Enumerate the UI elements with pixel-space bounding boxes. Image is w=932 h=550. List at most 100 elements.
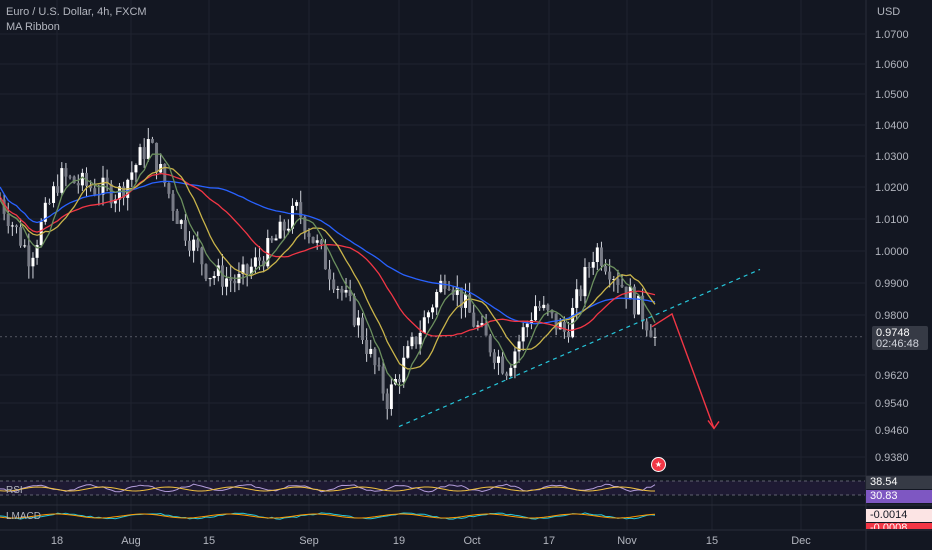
time-tick-7: Nov	[617, 535, 637, 547]
rsi-value-b: 30.83	[866, 490, 932, 503]
candle-body	[447, 288, 451, 290]
us-flag-event-icon[interactable]: ★	[651, 457, 666, 472]
candle-body	[352, 296, 356, 326]
candle-body	[385, 393, 389, 409]
candle-body	[340, 288, 344, 293]
price-tick-2: 1.0500	[875, 89, 909, 101]
candle-body	[47, 202, 51, 204]
candle-body	[575, 289, 579, 308]
candle-body	[76, 183, 80, 186]
candle-body	[356, 317, 360, 326]
candle-body	[138, 147, 142, 166]
candle-body	[192, 239, 196, 251]
candle-body	[80, 172, 84, 186]
rsi-label[interactable]: RSI	[6, 485, 23, 496]
candle-body	[649, 330, 653, 338]
candle-body	[591, 262, 595, 268]
price-chart[interactable]: 1.0700 1.0600 1.0500 1.0400 1.0300 1.0200 1.01…	[0, 0, 932, 550]
candle-body	[60, 168, 64, 193]
candle-body	[204, 264, 208, 279]
time-tick-6: 17	[543, 535, 555, 547]
candle-body	[410, 336, 414, 347]
macd-value-b: -0.0008	[866, 523, 932, 529]
candle-body	[439, 280, 443, 293]
candle-body	[93, 188, 97, 195]
candle-body	[398, 379, 402, 383]
candle-body	[525, 323, 529, 328]
candle-body	[64, 168, 68, 177]
candle-body	[365, 339, 369, 354]
candle-body	[521, 327, 525, 342]
price-tick-1: 1.0600	[875, 59, 909, 71]
candle-body	[566, 331, 570, 338]
candle-body	[542, 304, 546, 309]
price-tick-3: 1.0400	[875, 120, 909, 132]
candle-body	[604, 265, 608, 272]
time-tick-3: Sep	[299, 535, 319, 547]
candle-body	[212, 275, 216, 279]
candle-body	[422, 317, 426, 333]
candle-body	[381, 366, 385, 394]
candle-body	[286, 228, 290, 231]
candle-body	[14, 225, 18, 228]
candle-body	[245, 264, 249, 275]
macd-label[interactable]: LMACD	[6, 511, 41, 522]
time-tick-4: 19	[393, 535, 405, 547]
candle-body	[546, 304, 550, 311]
price-tick-12: 0.9460	[875, 425, 909, 437]
candle-body	[6, 213, 10, 226]
candle-body	[23, 245, 27, 247]
candle-body	[142, 147, 146, 159]
candle-body	[579, 289, 583, 297]
symbol-title[interactable]: Euro / U.S. Dollar, 4h, FXCM	[6, 6, 147, 18]
candle-body	[505, 373, 509, 376]
candle-body	[200, 247, 204, 265]
candle-body	[274, 238, 278, 241]
candle-body	[645, 321, 649, 331]
price-tick-7: 1.0000	[875, 246, 909, 258]
price-tick-13: 0.9380	[875, 452, 909, 464]
price-tick-0: 1.0700	[875, 29, 909, 41]
candle-body	[501, 356, 505, 374]
candle-body	[418, 332, 422, 345]
candle-body	[319, 240, 323, 245]
candle-body	[27, 245, 31, 267]
last-price-badge: 0.9748 02:46:48	[872, 326, 928, 350]
candle-body	[406, 346, 410, 358]
candle-body	[599, 247, 603, 266]
candle-body	[208, 278, 212, 280]
candle-body	[150, 139, 154, 143]
candle-body	[10, 225, 14, 227]
candle-body	[155, 142, 159, 173]
price-tick-10: 0.9620	[875, 370, 909, 382]
candle-body	[270, 238, 274, 241]
candle-body	[496, 356, 500, 363]
bar-countdown: 02:46:48	[876, 338, 919, 350]
candle-body	[130, 172, 134, 180]
candle-body	[509, 367, 513, 376]
time-tick-0: 18	[51, 535, 63, 547]
price-tick-5: 1.0200	[875, 182, 909, 194]
candle-body	[175, 210, 179, 224]
currency-label: USD	[877, 6, 901, 18]
candle-body	[19, 227, 23, 246]
candle-body	[538, 306, 542, 309]
price-tick-8: 0.9900	[875, 278, 909, 290]
candle-body	[488, 335, 492, 353]
candle-body	[587, 267, 591, 269]
price-tick-9: 0.9800	[875, 310, 909, 322]
candle-body	[583, 267, 587, 297]
candle-body	[620, 284, 624, 287]
candle-body	[332, 279, 336, 290]
candle-body	[167, 183, 171, 194]
candle-body	[179, 220, 183, 224]
rsi-value-a: 38.54	[866, 476, 932, 489]
candle-body	[171, 193, 175, 211]
price-tick-4: 1.0300	[875, 151, 909, 163]
time-tick-9: Dec	[791, 535, 811, 547]
candle-body	[389, 384, 393, 409]
indicator-label[interactable]: MA Ribbon	[6, 21, 60, 33]
candle-body	[323, 244, 327, 270]
time-tick-5: Oct	[463, 535, 480, 547]
candle-body	[373, 348, 377, 366]
